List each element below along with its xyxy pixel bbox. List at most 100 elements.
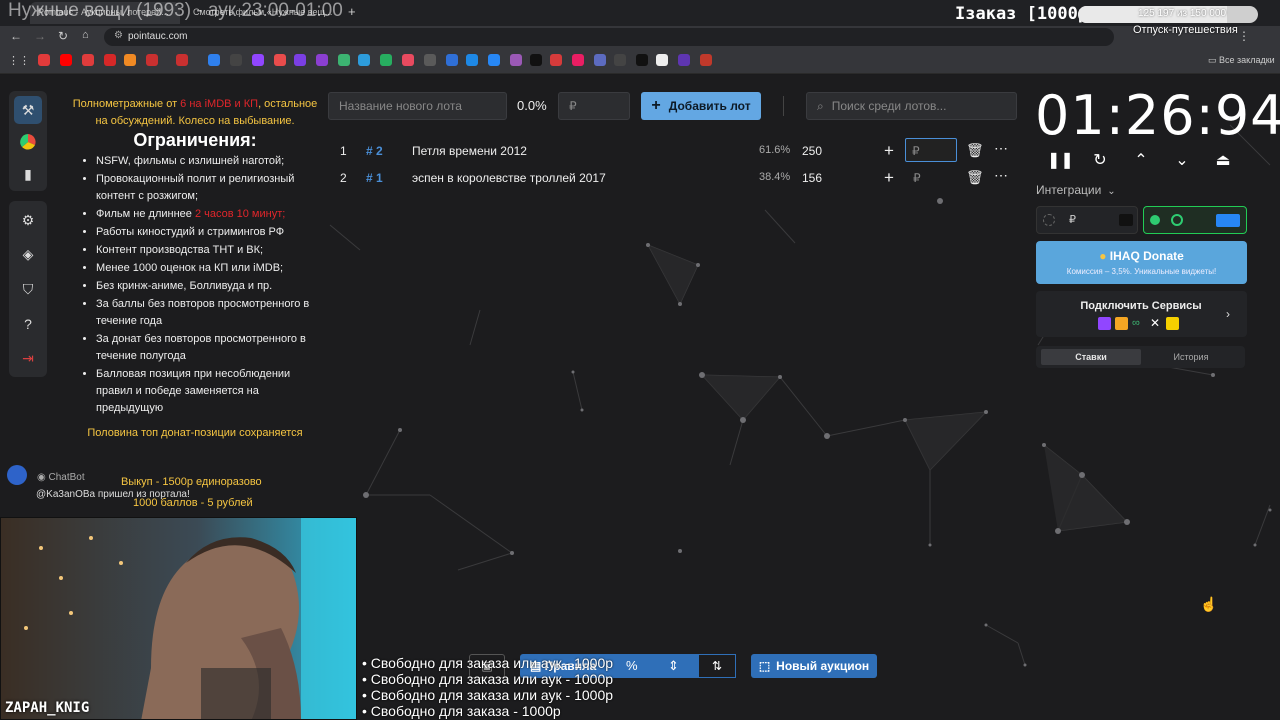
bookmark-icon[interactable] — [594, 54, 606, 66]
help-icon[interactable]: ? — [14, 310, 42, 338]
forward-icon[interactable]: → — [34, 29, 46, 43]
bookmark-icon[interactable] — [338, 54, 350, 66]
tab-history[interactable]: История — [1141, 349, 1241, 365]
more-icon[interactable]: ⋯ — [994, 140, 1008, 157]
auction-icon[interactable]: ⚒ — [14, 96, 42, 124]
chevron-up-icon[interactable]: ⌃ — [1129, 150, 1153, 174]
bookmark-icon[interactable] — [252, 54, 264, 66]
all-bookmarks[interactable]: ▭ Все закладки — [1208, 55, 1275, 66]
eject-icon[interactable]: ⏏ — [1211, 150, 1235, 174]
rules-heading: Ограничения: — [133, 130, 257, 150]
more-icon[interactable]: ⋯ — [994, 167, 1008, 184]
bookmark-icon[interactable] — [614, 54, 626, 66]
new-auction-button[interactable]: ⬚ Новый аукцион — [751, 654, 877, 678]
delete-icon[interactable]: 🗑 — [966, 142, 984, 159]
bookmark-icon[interactable] — [678, 54, 690, 66]
back-icon[interactable]: ← — [10, 29, 22, 43]
bookmark-icon[interactable] — [636, 54, 648, 66]
search-input[interactable]: ⌕ Поиск среди лотов... — [806, 92, 1017, 120]
delete-icon[interactable]: 🗑 — [966, 169, 984, 186]
integrations-toggle[interactable]: Интеграции ⌄ — [1036, 183, 1116, 197]
lot-name[interactable]: эспен в королевстве троллей 2017 — [412, 171, 606, 185]
sort-icon[interactable]: ⇅ — [698, 654, 736, 678]
bookmark-icon[interactable] — [358, 54, 370, 66]
lot-name[interactable]: Петля времени 2012 — [412, 144, 527, 158]
bookmark-icon[interactable] — [466, 54, 478, 66]
chatbot-name: ◉ ChatBot — [37, 472, 85, 483]
settings-icon[interactable]: ⚙ — [14, 206, 42, 234]
new-auction-label: Новый аукцион — [776, 659, 870, 673]
lot-row[interactable]: 1 # 2 Петля времени 2012 61.6% 250 + ₽ 🗑… — [330, 138, 1018, 164]
bookmark-icon[interactable] — [380, 54, 392, 66]
site-info-icon[interactable]: ⚙ — [114, 30, 123, 41]
layers-icon[interactable]: ◈ — [14, 240, 42, 268]
bookmark-icon[interactable] — [550, 54, 562, 66]
pause-icon[interactable]: ❚❚ — [1047, 150, 1074, 174]
bookmark-icon[interactable] — [146, 54, 158, 66]
bookmark-icon[interactable] — [82, 54, 94, 66]
bookmark-icon[interactable] — [274, 54, 286, 66]
add-lot-button[interactable]: + Добавить лот — [641, 92, 761, 120]
logout-icon[interactable]: ⇥ — [14, 344, 42, 372]
add-lot-label: Добавить лот — [668, 99, 751, 113]
url-field[interactable]: ⚙ pointauc.com — [104, 28, 1114, 46]
bid-currency[interactable]: ₽ — [913, 171, 921, 185]
new-tab-icon[interactable]: + — [348, 4, 356, 19]
add-bid-icon[interactable]: + — [884, 168, 894, 188]
connect-services-card[interactable]: Подключить Сервисы ∞ ✕ › — [1036, 291, 1247, 337]
lot-row[interactable]: 2 # 1 эспен в королевстве троллей 2017 3… — [330, 165, 1018, 191]
chevron-down-icon: ⌄ — [1107, 186, 1116, 197]
bookmark-icon[interactable] — [572, 54, 584, 66]
shield-icon[interactable]: ⛉ — [14, 275, 42, 303]
rules-panel: Полнометражные от 6 на iMDB и КП, осталь… — [70, 96, 320, 442]
webcam-image — [1, 518, 356, 719]
bookmark-icon[interactable] — [230, 54, 242, 66]
stats-icon[interactable]: ▮ — [14, 160, 42, 188]
bid-input[interactable]: ₽ — [905, 138, 957, 162]
bookmark-icon[interactable] — [446, 54, 458, 66]
order-line: • Свободно для заказа - 1000р — [362, 703, 561, 719]
add-bid-icon[interactable]: + — [884, 141, 894, 161]
apps-icon[interactable]: ⋮⋮ — [8, 54, 30, 67]
lot-name-input[interactable]: Название нового лота — [328, 92, 507, 120]
reset-icon[interactable]: ↻ — [1088, 150, 1112, 174]
bookmark-icon[interactable] — [510, 54, 522, 66]
bookmark-icon[interactable] — [316, 54, 328, 66]
rules-list: NSFW, фильмы с излишней наготой; Провока… — [70, 153, 320, 417]
lot-id[interactable]: # 1 — [366, 171, 383, 185]
url-text: pointauc.com — [128, 31, 188, 42]
reload-icon[interactable]: ↻ — [58, 29, 68, 43]
bookmark-icon[interactable] — [124, 54, 136, 66]
bookmark-icon[interactable] — [530, 54, 542, 66]
bookmark-icon[interactable] — [656, 54, 668, 66]
address-bar-row: ← → ↻ ⌂ ⚙ pointauc.com ⋮ — [0, 26, 1280, 48]
chevron-down-icon[interactable]: ⌄ — [1170, 150, 1194, 174]
menu-icon[interactable]: ⋮ — [1238, 29, 1250, 43]
lot-percent: 38.4% — [759, 171, 791, 183]
lot-amount-input[interactable]: ₽ — [558, 92, 630, 120]
integration-toggle-on[interactable] — [1143, 206, 1247, 234]
align-icon[interactable]: ⇕ — [668, 658, 679, 674]
goal-label: Отпуск-путешествия — [1133, 24, 1238, 36]
bookmark-icon[interactable] — [402, 54, 414, 66]
wheel-icon[interactable] — [14, 128, 42, 156]
divider — [783, 96, 784, 116]
home-icon[interactable]: ⌂ — [82, 29, 89, 41]
bookmark-icon[interactable] — [208, 54, 220, 66]
bookmark-icon[interactable] — [488, 54, 500, 66]
infinity-icon: ∞ — [1132, 317, 1140, 329]
bookmark-icon[interactable] — [104, 54, 116, 66]
tab-bids[interactable]: Ставки — [1041, 349, 1141, 365]
percent-icon[interactable]: % — [626, 658, 638, 673]
bookmark-icon[interactable] — [176, 54, 188, 66]
lot-id[interactable]: # 2 — [366, 144, 383, 158]
ihaq-donate-card[interactable]: ● IHAQ Donate Комиссия – 3,5%. Уникальны… — [1036, 241, 1247, 284]
integration-toggle-off[interactable]: ₽ — [1036, 206, 1138, 234]
bookmark-icon[interactable] — [700, 54, 712, 66]
bookmark-icon[interactable] — [38, 54, 50, 66]
bookmark-icon[interactable] — [60, 54, 72, 66]
rule-item: Работы киностудий и стримингов РФ — [96, 224, 320, 241]
chat-message: @Ka3anOBa пришел из портала! — [36, 489, 190, 500]
bookmark-icon[interactable] — [424, 54, 436, 66]
bookmark-icon[interactable] — [294, 54, 306, 66]
